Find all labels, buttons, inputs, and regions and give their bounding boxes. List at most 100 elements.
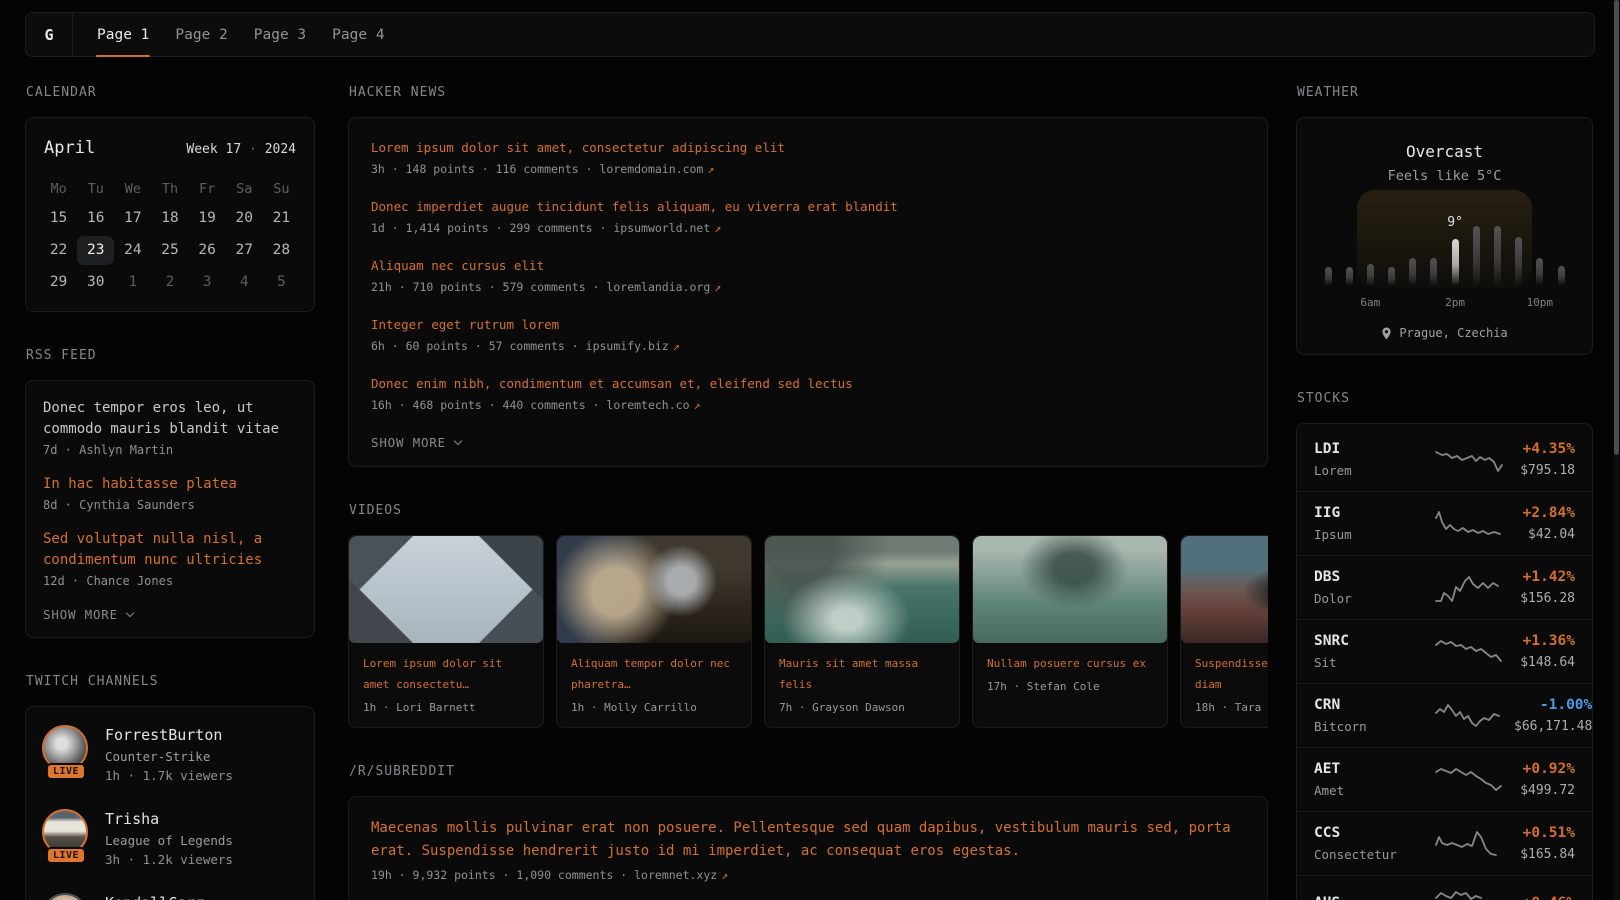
video-title-link[interactable]: Mauris sit amet massa felis xyxy=(779,653,945,695)
stock-row[interactable]: CRN Bitcorn -1.00% $66,171.48 xyxy=(1297,683,1592,747)
hn-item-domain-link[interactable]: loremtech.co↗ xyxy=(606,398,700,412)
stock-values: +4.35% $795.18 xyxy=(1514,439,1575,480)
video-thumbnail[interactable] xyxy=(349,536,543,643)
video-title-link[interactable]: Lorem ipsum dolor sit amet consectetu… xyxy=(363,653,529,695)
calendar-day: 19 xyxy=(189,204,226,233)
external-link-icon: ↗ xyxy=(707,162,714,176)
video-meta: 7h · Grayson Dawson xyxy=(779,701,945,714)
stock-name: Lorem xyxy=(1314,461,1426,480)
subreddit-post-link[interactable]: Maecenas mollis pulvinar erat non posuer… xyxy=(371,817,1245,863)
calendar-day: 17 xyxy=(114,204,151,233)
calendar-day: 27 xyxy=(226,236,263,265)
video-thumbnail[interactable] xyxy=(557,536,751,643)
video-meta: 1h · Molly Carrillo xyxy=(571,701,737,714)
calendar-weekday-row: MoTuWeThFrSaSu xyxy=(40,178,300,204)
hn-item-link[interactable]: Donec enim nibh, condimentum et accumsan… xyxy=(371,374,1245,393)
stock-row[interactable]: IIG Ipsum +2.84% $42.04 xyxy=(1297,491,1592,555)
stock-row[interactable]: DBS Dolor +1.42% $156.28 xyxy=(1297,555,1592,619)
hn-item-meta: 16h · 468 points · 440 comments · xyxy=(371,398,599,412)
stock-price: $156.28 xyxy=(1514,589,1575,608)
rss-list: Donec tempor eros leo, ut commodo mauris… xyxy=(43,398,297,588)
scrollbar-thumb[interactable] xyxy=(1614,0,1619,455)
stock-change: +0.92% xyxy=(1514,759,1575,779)
video-thumbnail[interactable] xyxy=(765,536,959,643)
stock-row[interactable]: LDI Lorem +4.35% $795.18 xyxy=(1297,428,1592,491)
rss-item-link[interactable]: Donec tempor eros leo, ut commodo mauris… xyxy=(43,398,297,440)
page-tab[interactable]: Page 2 xyxy=(174,13,228,56)
rss-item-meta: 7d · Ashlyn Martin xyxy=(43,443,297,457)
video-card: Mauris sit amet massa felis 7h · Grayson… xyxy=(764,535,960,728)
twitch-channel-name[interactable]: Trisha xyxy=(105,809,233,829)
twitch-channel-row[interactable]: KendallCarr xyxy=(26,883,314,900)
stock-id: DBS Dolor xyxy=(1314,567,1426,608)
hn-item-domain-link[interactable]: ipsumify.biz↗ xyxy=(586,339,680,353)
subreddit-section-label: /R/SUBREDDIT xyxy=(349,764,1268,779)
stocks-section-label: STOCKS xyxy=(1297,391,1593,406)
weather-bar xyxy=(1473,226,1480,286)
video-title-link[interactable]: Suspendisse diam xyxy=(1195,653,1268,695)
rss-item-link[interactable]: In hac habitasse platea xyxy=(43,474,297,495)
stock-sparkline xyxy=(1434,443,1506,477)
scrollbar-track[interactable] xyxy=(1614,0,1619,900)
subreddit-post-domain-link[interactable]: loremnet.xyz↗ xyxy=(634,868,728,882)
rss-item-meta: 8d · Cynthia Saunders xyxy=(43,498,297,512)
stock-change: +0.46% xyxy=(1514,893,1575,900)
hn-item-meta-row: 21h · 710 points · 579 comments · loreml… xyxy=(371,280,1245,294)
daylight-band xyxy=(1357,190,1532,288)
weather-bar xyxy=(1346,267,1353,286)
calendar-weekday: We xyxy=(114,178,151,200)
stock-ticker: AHS xyxy=(1314,893,1426,900)
weather-hourly-chart: 9°6am2pm10pm xyxy=(1325,196,1565,286)
hn-item-link[interactable]: Donec imperdiet augue tincidunt felis al… xyxy=(371,197,1245,216)
page-tab[interactable]: Page 4 xyxy=(331,13,385,56)
calendar-day: 25 xyxy=(151,236,188,265)
hn-item-domain-link[interactable]: ipsumworld.net↗ xyxy=(613,221,721,235)
hackernews-widget: Lorem ipsum dolor sit amet, consectetur … xyxy=(348,117,1268,467)
stock-change: +1.42% xyxy=(1514,567,1575,587)
hackernews-section-label: HACKER NEWS xyxy=(349,85,1268,100)
stock-sparkline xyxy=(1434,887,1506,900)
hn-item-link[interactable]: Aliquam nec cursus elit xyxy=(371,256,1245,275)
twitch-channel-name[interactable]: ForrestBurton xyxy=(105,725,233,745)
stock-change: +1.36% xyxy=(1514,631,1575,651)
hn-item-domain-link[interactable]: loremdomain.com↗ xyxy=(600,162,715,176)
calendar-day: 28 xyxy=(263,236,300,265)
calendar-weekday: Fr xyxy=(189,178,226,200)
stock-name: Dolor xyxy=(1314,589,1426,608)
video-title-link[interactable]: Nullam posuere cursus ex xyxy=(987,653,1153,674)
calendar-month: April xyxy=(44,138,95,158)
weather-bar xyxy=(1558,266,1565,286)
stock-sparkline xyxy=(1434,763,1506,797)
stock-row[interactable]: CCS Consectetur +0.51% $165.84 xyxy=(1297,811,1592,875)
show-more-label: SHOW MORE xyxy=(371,435,446,450)
hour-label: 6am xyxy=(1360,296,1380,309)
hn-item: Aliquam nec cursus elit 21h · 710 points… xyxy=(371,256,1245,294)
stock-name: Bitcorn xyxy=(1314,717,1426,736)
stock-row[interactable]: SNRC Sit +1.36% $148.64 xyxy=(1297,619,1592,683)
hn-item-link[interactable]: Lorem ipsum dolor sit amet, consectetur … xyxy=(371,138,1245,157)
stock-row[interactable]: AHS +0.46% xyxy=(1297,875,1592,900)
twitch-channel-row[interactable]: LIVE Trisha League of Legends 3h · 1.2k … xyxy=(26,799,314,883)
page-tab[interactable]: Page 1 xyxy=(96,13,150,56)
calendar-day: 20 xyxy=(226,204,263,233)
separator-dot: · xyxy=(249,142,257,157)
hn-item-domain-link[interactable]: loremlandia.org↗ xyxy=(606,280,721,294)
page-tab[interactable]: Page 3 xyxy=(253,13,307,56)
stock-row[interactable]: AET Amet +0.92% $499.72 xyxy=(1297,747,1592,811)
video-title-link[interactable]: Aliquam tempor dolor nec pharetra… xyxy=(571,653,737,695)
stock-sparkline xyxy=(1434,507,1506,541)
twitch-channel-name[interactable]: KendallCarr xyxy=(105,893,204,900)
hn-item-link[interactable]: Integer eget rutrum lorem xyxy=(371,315,1245,334)
hn-item-meta-row: 3h · 148 points · 116 comments · loremdo… xyxy=(371,162,1245,176)
rss-item-meta: 12d · Chance Jones xyxy=(43,574,297,588)
twitch-channel-row[interactable]: LIVE ForrestBurton Counter-Strike 1h · 1… xyxy=(26,715,314,799)
hn-item-domain: loremtech.co xyxy=(606,398,689,412)
twitch-channel-meta: 1h · 1.7k viewers xyxy=(105,767,233,785)
rss-item-link[interactable]: Sed volutpat nulla nisl, a condimentum n… xyxy=(43,529,297,571)
stock-values: +0.92% $499.72 xyxy=(1514,759,1575,800)
hn-show-more-button[interactable]: SHOW MORE xyxy=(371,433,461,450)
rss-show-more-button[interactable]: SHOW MORE xyxy=(43,605,133,622)
video-thumbnail[interactable] xyxy=(1181,536,1268,643)
video-thumbnail[interactable] xyxy=(973,536,1167,643)
home-logo[interactable]: G xyxy=(26,13,73,56)
